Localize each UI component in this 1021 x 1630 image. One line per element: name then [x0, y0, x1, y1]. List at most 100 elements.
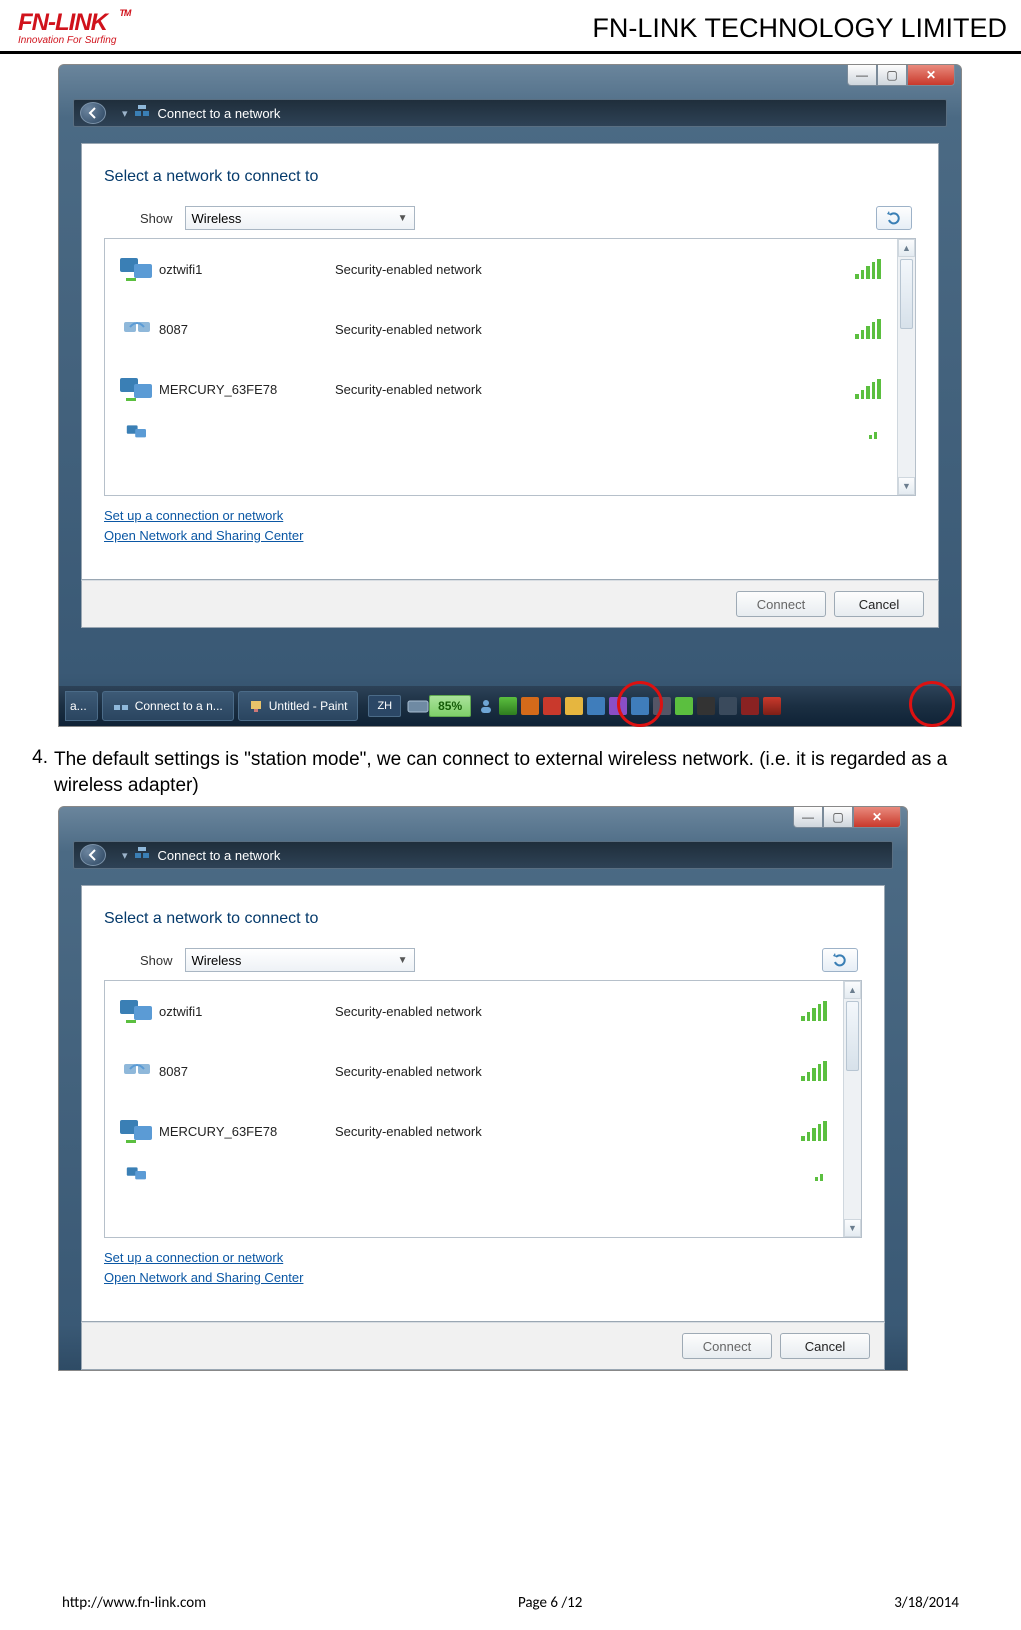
show-dropdown-value: Wireless [192, 211, 242, 226]
cancel-button[interactable]: Cancel [834, 591, 924, 617]
chevron-icon: ▾ [122, 107, 128, 120]
taskbar-item-paint[interactable]: Untitled - Paint [238, 691, 359, 721]
signal-icon [801, 1001, 827, 1021]
taskbar-item[interactable]: a... [65, 691, 98, 721]
scroll-track[interactable] [844, 1073, 861, 1219]
person-icon [477, 697, 495, 715]
network-row[interactable]: oztwifi1 Security-enabled network [105, 239, 897, 299]
maximize-button[interactable]: ▢ [877, 65, 907, 86]
scroll-thumb[interactable] [900, 259, 913, 329]
dialog-heading: Select a network to connect to [104, 168, 916, 186]
network-type-icon [115, 254, 159, 284]
open-sharing-center-link[interactable]: Open Network and Sharing Center [104, 1268, 862, 1288]
close-button[interactable]: ✕ [907, 65, 955, 86]
language-indicator[interactable]: ZH [368, 695, 401, 717]
network-row[interactable]: MERCURY_63FE78 Security-enabled network [105, 1101, 843, 1161]
network-row[interactable]: oztwifi1 Security-enabled network [105, 981, 843, 1041]
dialog-footer: Connect Cancel [81, 580, 939, 628]
maximize-button[interactable]: ▢ [823, 807, 853, 828]
scroll-thumb[interactable] [846, 1001, 859, 1071]
network-security: Security-enabled network [335, 1124, 801, 1139]
show-dropdown[interactable]: Wireless ▼ [185, 206, 415, 230]
network-row[interactable]: 8087 Security-enabled network [105, 1041, 843, 1101]
tray-warning-icon[interactable] [521, 697, 539, 715]
scroll-down-button[interactable]: ▼ [898, 477, 915, 495]
dialog-footer: Connect Cancel [81, 1322, 885, 1370]
minimize-button[interactable]: — [847, 65, 877, 86]
logo-text: FN-LINK TM [18, 11, 116, 35]
filter-row: Show Wireless ▼ [140, 206, 916, 230]
network-list: oztwifi1 Security-enabled network 8087 S… [104, 980, 862, 1238]
scroll-track[interactable] [898, 331, 915, 477]
connect-button[interactable]: Connect [682, 1333, 772, 1359]
scroll-up-button[interactable]: ▲ [898, 239, 915, 257]
setup-connection-link[interactable]: Set up a connection or network [104, 1248, 862, 1268]
show-dropdown-value: Wireless [192, 953, 242, 968]
taskbar: a... Connect to a n... Untitled - Paint … [59, 686, 961, 726]
network-icon [134, 104, 158, 123]
back-arrow-icon [87, 849, 99, 861]
battery-indicator[interactable]: 85% [429, 695, 471, 717]
battery-value: 85% [438, 699, 462, 713]
network-row[interactable]: 8087 Security-enabled network [105, 299, 897, 359]
network-name: oztwifi1 [159, 1004, 335, 1019]
network-security: Security-enabled network [335, 382, 855, 397]
tray-alert-icon[interactable] [543, 697, 561, 715]
paint-icon [249, 699, 263, 713]
back-button[interactable] [80, 844, 106, 866]
dialog-body: Select a network to connect to Show Wire… [81, 143, 939, 580]
network-type-icon [115, 1161, 159, 1183]
show-dropdown[interactable]: Wireless ▼ [185, 948, 415, 972]
footer-date: 3/18/2014 [894, 1594, 959, 1612]
signal-icon [855, 379, 881, 399]
logo-tm: TM [119, 9, 130, 18]
tray-wifi-icon[interactable] [763, 697, 781, 715]
scroll-up-button[interactable]: ▲ [844, 981, 861, 999]
network-icon [134, 846, 158, 865]
address-bar: ▾ Connect to a network [73, 841, 893, 869]
refresh-button[interactable] [822, 948, 858, 972]
logo-main: FN-LINK [18, 9, 107, 36]
tray-volume-icon[interactable] [587, 697, 605, 715]
network-row[interactable]: MERCURY_63FE78 Security-enabled network [105, 359, 897, 419]
tray-shield-icon[interactable] [499, 697, 517, 715]
signal-icon [801, 1061, 827, 1081]
tray-power-icon[interactable] [565, 697, 583, 715]
system-tray [499, 697, 781, 715]
links-section: Set up a connection or network Open Netw… [104, 1248, 862, 1287]
network-type-icon [115, 996, 159, 1026]
vista-window: — ▢ ✕ ▾ Connect to a network Select a ne… [58, 64, 962, 727]
tray-generic-icon[interactable] [653, 697, 671, 715]
refresh-icon [832, 953, 848, 967]
tray-generic-icon[interactable] [719, 697, 737, 715]
close-button[interactable]: ✕ [853, 807, 901, 828]
scrollbar[interactable]: ▲ ▼ [843, 981, 861, 1237]
tray-generic-icon[interactable] [697, 697, 715, 715]
back-button[interactable] [80, 102, 106, 124]
setup-connection-link[interactable]: Set up a connection or network [104, 506, 916, 526]
page-header: FN-LINK TM Innovation For Surfing FN-LIN… [0, 0, 1021, 54]
tray-generic-icon[interactable] [609, 697, 627, 715]
taskbar-item-connect[interactable]: Connect to a n... [102, 691, 234, 721]
network-row-partial[interactable] [105, 419, 897, 451]
signal-icon [855, 259, 881, 279]
tray-generic-icon[interactable] [741, 697, 759, 715]
address-bar-title: Connect to a network [158, 106, 281, 121]
open-sharing-center-link[interactable]: Open Network and Sharing Center [104, 526, 916, 546]
signal-icon [869, 429, 881, 439]
network-type-icon [115, 419, 159, 441]
back-arrow-icon [87, 107, 99, 119]
address-bar-title: Connect to a network [158, 848, 281, 863]
scrollbar[interactable]: ▲ ▼ [897, 239, 915, 495]
connect-button[interactable]: Connect [736, 591, 826, 617]
taskbar-item-label: a... [70, 699, 87, 713]
tray-generic-icon[interactable] [675, 697, 693, 715]
minimize-button[interactable]: — [793, 807, 823, 828]
network-row-partial[interactable] [105, 1161, 843, 1193]
scroll-down-button[interactable]: ▼ [844, 1219, 861, 1237]
refresh-button[interactable] [876, 206, 912, 230]
cancel-button[interactable]: Cancel [780, 1333, 870, 1359]
tray-generic-icon[interactable] [631, 697, 649, 715]
network-name: 8087 [159, 322, 335, 337]
step-text: The default settings is "station mode", … [54, 747, 999, 798]
